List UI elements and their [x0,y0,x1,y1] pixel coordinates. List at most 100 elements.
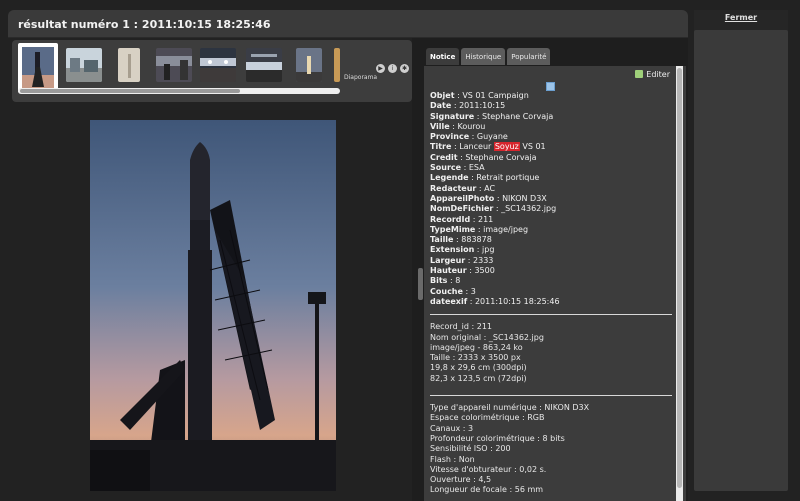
metadata-row: Province : Guyane [430,132,508,142]
metadata-value: 8 [455,276,461,286]
panel-resize-handle[interactable] [418,268,423,300]
metadata-label: Ville [430,121,450,131]
filmstrip-thumb-4[interactable] [156,48,192,82]
metadata-label: Titre [430,142,452,152]
camera-info-line: Type d'appareil numérique : NIKON D3X [430,403,590,413]
metadata-value: Guyane [476,132,508,142]
metadata-value: ESA [468,163,485,173]
metadata-value: Lanceur [459,142,492,152]
metadata-label: Extension [430,245,475,255]
filmstrip-scrollbar[interactable] [18,88,340,94]
filmstrip-thumb-3[interactable] [118,48,140,82]
file-info-line: 19,8 x 29,6 cm (300dpi) [430,363,527,373]
details-scroll-thumb[interactable] [677,68,682,488]
file-info-line: image/jpeg - 863,24 ko [430,342,523,352]
file-info-line: Record_id : 211 [430,322,492,332]
separator [430,395,672,397]
metadata-row: Bits : 8 [430,276,461,286]
metadata-label: Province [430,132,470,142]
metadata-label: Bits [430,276,448,286]
metadata-value: jpg [482,245,495,255]
metadata-value: 2011:10:15 [459,101,506,111]
metadata-value: 2011:10:15 18:25:46 [474,296,560,306]
close-link[interactable]: Fermer [694,13,788,22]
viewer-app: résultat numéro 1 : 2011:10:15 18:25:46 [0,0,800,501]
metadata-row: Signature : Stephane Corvaja [430,111,554,121]
separator [430,314,672,316]
metadata-label: Taille [430,235,454,245]
metadata-list: Objet : VS 01 Campaign Date : 2011:10:15 S… [430,91,675,496]
camera-info-line: Espace colorimétrique : RGB [430,413,545,423]
metadata-value: 883878 [461,235,492,245]
metadata-label: Legende [430,173,469,183]
filmstrip-controls: ▶ i ✱ [376,64,409,73]
metadata-label: Date [430,101,452,111]
main-photo [90,120,336,491]
edit-label: Editer [646,70,670,79]
metadata-label: Credit [430,152,458,162]
metadata-value: Stephane Corvaja [465,152,537,162]
metadata-label: Source [430,163,462,173]
metadata-value: 3500 [474,266,495,276]
metadata-row: NomDeFichier : _SC14362.jpg [430,204,557,214]
metadata-value: AC [484,183,496,193]
metadata-value: Retrait portique [476,173,540,183]
notice-content: Editer Objet : VS 01 Campaign Date : 2011… [424,66,686,501]
edit-button[interactable]: Editer [635,70,670,79]
filmstrip-thumb-6[interactable] [246,48,282,82]
metadata-row: Objet : VS 01 Campaign [430,91,529,100]
metadata-value: VS 01 [522,142,546,152]
tab-historique[interactable]: Historique [461,48,506,65]
metadata-label: NomDeFichier [430,204,494,214]
filmstrip-thumb-2[interactable] [66,48,102,82]
metadata-row: Legende : Retrait portique [430,173,540,183]
filmstrip-thumb-7[interactable] [296,48,322,82]
metadata-row: Hauteur : 3500 [430,266,495,276]
metadata-value: _SC14362.jpg [501,204,557,214]
camera-info-line: Profondeur colorimétrique : 8 bits [430,433,565,443]
play-icon[interactable]: ▶ [376,64,385,73]
details-panel: Notice Historique Popularité Editer Obje… [412,38,688,501]
metadata-row: dateexif : 2011:10:15 18:25:46 [430,296,560,306]
metadata-row: Couche : 3 [430,286,476,296]
metadata-label: Couche [430,286,463,296]
file-info-line: 82,3 x 123,5 cm (72dpi) [430,373,527,383]
metadata-value: Kourou [457,121,486,131]
marker-icon [546,82,555,91]
metadata-value: NIKON D3X [502,193,547,203]
camera-info-line: Vitesse d'obturateur : 0,02 s. [430,464,547,474]
filmstrip: ▶ i ✱ Diaporama [12,40,412,102]
info-icon[interactable]: i [388,64,397,73]
result-header: résultat numéro 1 : 2011:10:15 18:25:46 [8,10,688,38]
metadata-label: Largeur [430,255,466,265]
metadata-row: Ville : Kourou [430,121,486,131]
metadata-row: TypeMime : image/jpeg [430,224,529,234]
metadata-row: Redacteur : AC [430,183,496,193]
filmstrip-thumb-5[interactable] [200,48,236,82]
metadata-row: Credit : Stephane Corvaja [430,152,537,162]
metadata-label: Redacteur [430,183,477,193]
settings-icon[interactable]: ✱ [400,64,409,73]
metadata-value: 2333 [473,255,494,265]
metadata-value: 3 [470,286,476,296]
filmstrip-thumb-1[interactable] [18,43,58,93]
camera-info-line: Canaux : 3 [430,423,474,433]
file-info-line: Nom original : _SC14362.jpg [430,332,544,342]
camera-info-line: Longueur de focale : 56 mm [430,485,544,495]
tab-notice[interactable]: Notice [426,48,460,65]
details-scrollbar[interactable] [676,66,683,501]
filmstrip-thumb-8[interactable] [334,48,340,82]
metadata-row: Titre : Lanceur Soyuz VS 01 [430,142,546,152]
metadata-label: TypeMime [430,224,476,234]
metadata-label: Signature [430,111,475,121]
search-highlight: Soyuz [493,142,520,152]
camera-info-line: Ouverture : 4,5 [430,475,492,485]
file-info-line: Taille : 2333 x 3500 px [430,353,521,363]
metadata-row: RecordId : 211 [430,214,494,224]
tab-popularite[interactable]: Popularité [507,48,551,65]
metadata-row: Source : ESA [430,163,485,173]
slideshow-label[interactable]: Diaporama [344,74,377,81]
metadata-value: Stephane Corvaja [482,111,554,121]
filmstrip-scroll-thumb[interactable] [20,89,240,93]
metadata-label: RecordId [430,214,471,224]
